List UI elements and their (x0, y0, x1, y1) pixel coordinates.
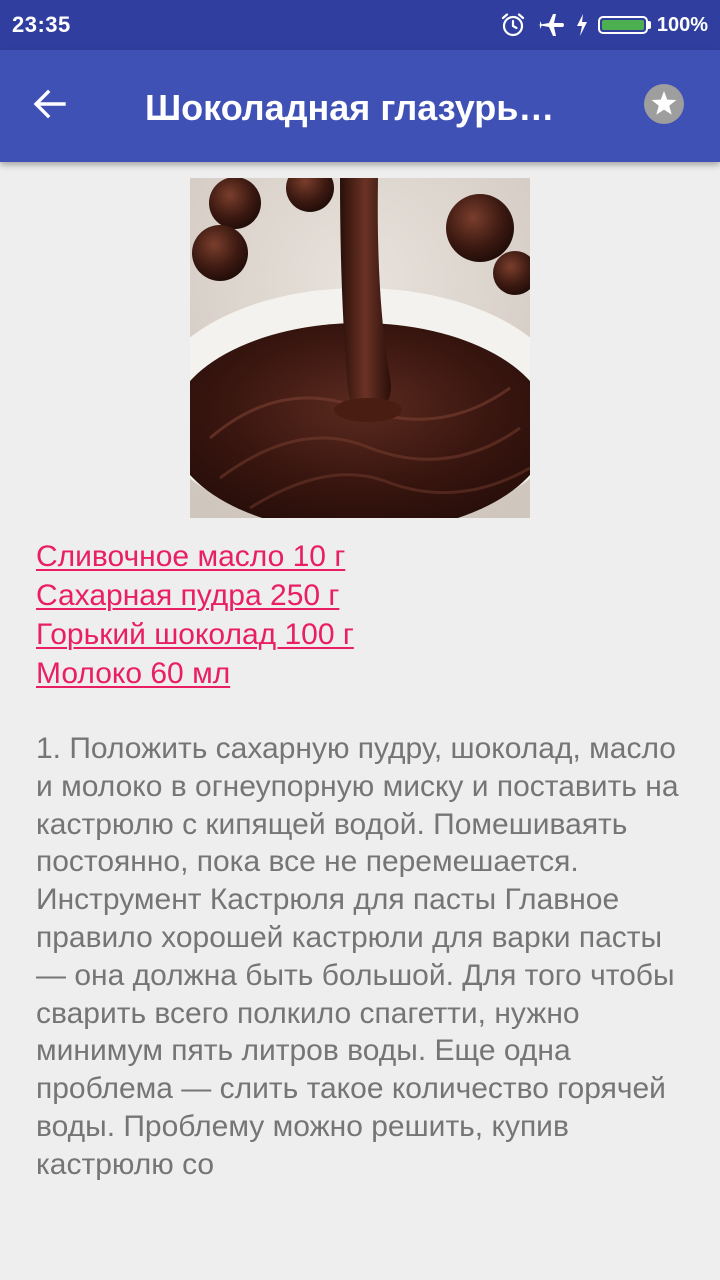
status-bar: 23:35 100% (0, 0, 720, 50)
arrow-back-icon (32, 86, 68, 127)
ingredient-link[interactable]: Молоко 60 мл (36, 654, 696, 693)
status-time: 23:35 (12, 12, 71, 37)
page-title: Шоколадная глазурь… (145, 87, 555, 128)
list-item: Молоко 60 мл (36, 654, 696, 693)
recipe-photo (190, 178, 530, 518)
app-bar: Шоколадная глазурь… (0, 50, 720, 162)
ingredients-list: Сливочное масло 10 г Сахарная пудра 250 … (36, 537, 696, 693)
ingredient-link[interactable]: Сахарная пудра 250 г (36, 576, 696, 615)
battery-percent: 100% (656, 13, 708, 36)
alarm-clock-icon (500, 12, 526, 38)
back-button[interactable] (22, 78, 78, 134)
list-item: Сливочное масло 10 г (36, 537, 696, 576)
ingredient-link[interactable]: Сливочное масло 10 г (36, 537, 696, 576)
list-item: Горький шоколад 100 г (36, 615, 696, 654)
list-item: Сахарная пудра 250 г (36, 576, 696, 615)
status-icons: 100% (500, 12, 708, 38)
favorite-button[interactable] (634, 78, 694, 134)
ingredient-link[interactable]: Горький шоколад 100 г (36, 615, 696, 654)
charging-bolt-icon (576, 14, 588, 36)
battery-fill (601, 20, 644, 30)
star-icon (643, 83, 685, 130)
recipe-instructions: 1. Положить сахарную пудру, шоколад, мас… (36, 732, 679, 1181)
battery-icon: 100% (597, 13, 708, 37)
airplane-mode-icon (536, 12, 566, 38)
